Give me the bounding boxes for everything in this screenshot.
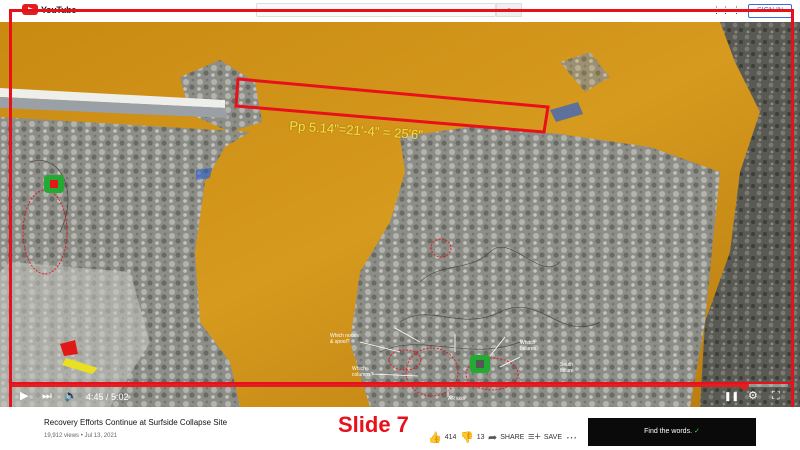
aerial-scene xyxy=(0,22,800,407)
slide-label: Slide 7 xyxy=(338,412,409,437)
video-player[interactable]: Pp 5.14"=21'-4" = 25'6" Which nodes & spo… xyxy=(0,22,800,407)
check-icon: ✓ xyxy=(693,428,700,435)
thumbs-up-icon: 👍 xyxy=(428,432,442,444)
more-horizontal-icon: ⋯ xyxy=(566,432,577,444)
annotation-note-south: South failure xyxy=(560,362,574,374)
youtube-play-icon xyxy=(22,4,38,15)
annotation-note-nodes: Which nodes & spool? xyxy=(330,333,359,345)
youtube-logo-text: YouTube xyxy=(41,4,77,15)
dislike-count: 13 xyxy=(476,434,485,441)
youtube-header: YouTube ⌕ ⋮⋮ ⋮ SIGN IN xyxy=(0,0,800,22)
dislike-button[interactable]: 👎 13 xyxy=(460,431,485,444)
play-icon[interactable]: ▶ xyxy=(20,391,28,402)
like-button[interactable]: 👍 414 xyxy=(428,431,456,444)
slide-frame-divider xyxy=(9,382,794,384)
ad-text: Find the words. xyxy=(644,428,693,435)
search-button[interactable]: ⌕ xyxy=(496,3,522,17)
playlist-add-icon: ≡+ xyxy=(528,431,541,443)
video-title[interactable]: Recovery Efforts Continue at Surfside Co… xyxy=(44,418,227,427)
save-button[interactable]: ≡+ SAVE xyxy=(528,431,562,443)
more-vertical-icon[interactable]: ⋮ xyxy=(732,5,741,16)
youtube-logo[interactable]: YouTube xyxy=(22,4,76,15)
ad-text-row: Find the words. ✓ xyxy=(588,427,756,435)
time-display: 4:45 / 5:02 xyxy=(86,392,129,402)
annotation-note-failures: Whitch failures xyxy=(520,340,537,352)
apps-icon[interactable]: ⋮⋮ xyxy=(712,5,730,16)
next-icon[interactable]: ⏭ xyxy=(42,391,52,402)
share-icon: ➦ xyxy=(488,432,498,444)
pause-badge-icon[interactable]: ❚❚ xyxy=(724,391,739,402)
save-label: SAVE xyxy=(543,433,562,441)
progress-fill xyxy=(12,384,745,387)
fullscreen-icon[interactable]: ⛶ xyxy=(772,391,780,402)
annotation-watermark: AR kiss xyxy=(448,396,465,402)
thumbs-down-icon: 👎 xyxy=(460,432,474,444)
more-actions-button[interactable]: ⋯ xyxy=(566,431,577,444)
ad-banner[interactable]: Find the words. ✓ xyxy=(588,418,756,446)
annotation-note-columns: Which columns? xyxy=(352,366,374,378)
share-label: SHARE xyxy=(500,434,525,441)
sign-in-button[interactable]: SIGN IN xyxy=(748,4,792,18)
video-meta: 19,912 views • Jul 13, 2021 xyxy=(44,433,118,439)
volume-icon[interactable]: 🔈 xyxy=(64,391,78,402)
like-count: 414 xyxy=(444,434,457,441)
settings-icon[interactable]: ⚙ xyxy=(748,391,758,402)
progress-bar[interactable] xyxy=(12,381,788,390)
search-input[interactable] xyxy=(256,3,496,17)
search-icon: ⌕ xyxy=(506,5,512,14)
share-button[interactable]: ➦ SHARE xyxy=(488,431,524,444)
